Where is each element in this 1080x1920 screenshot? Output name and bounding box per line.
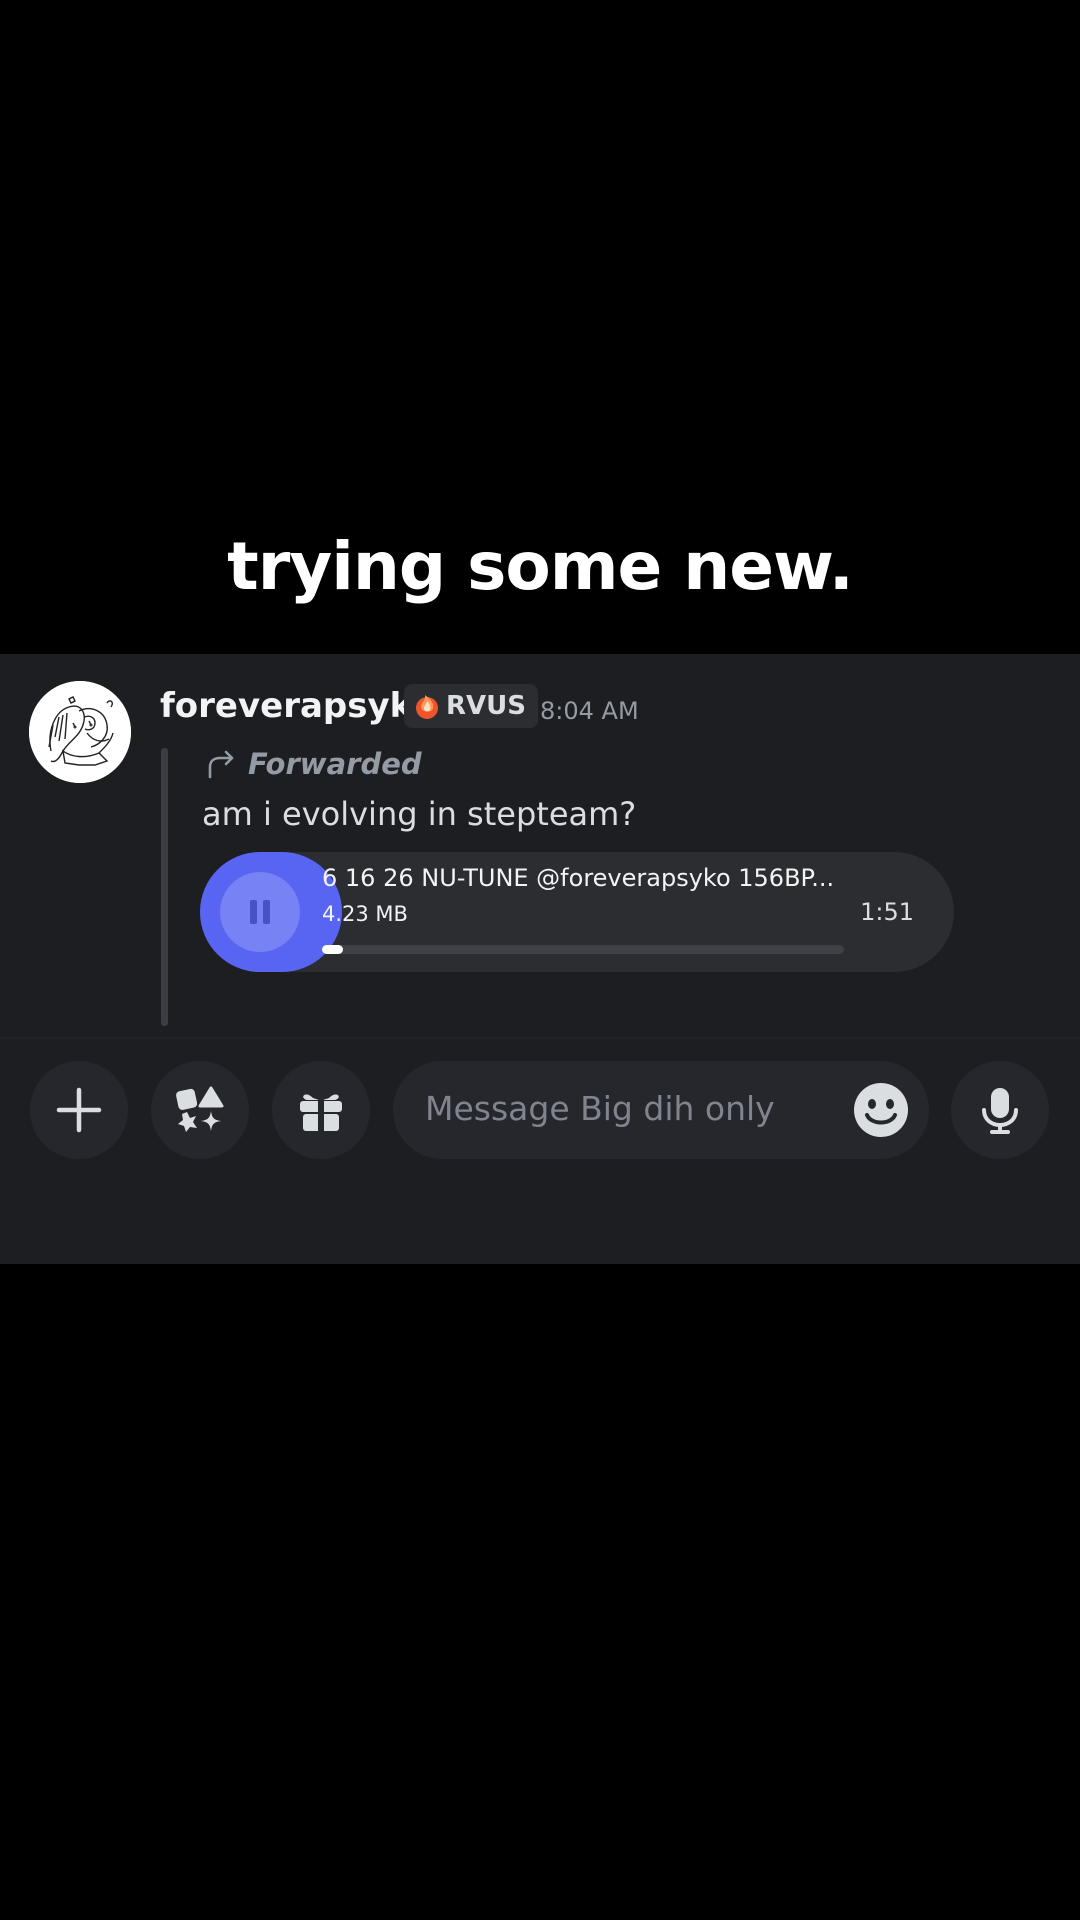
guild-tag-badge[interactable]: RVUS — [404, 684, 538, 728]
message-input-placeholder: Message Big dih only — [425, 1089, 775, 1128]
voice-message-button[interactable] — [951, 1061, 1049, 1159]
audio-seek-bar[interactable] — [322, 945, 844, 954]
chat-message: foreverapsyko RVUS 8:04 AM Forwarded am … — [0, 654, 1080, 1034]
plus-icon — [56, 1087, 102, 1133]
gift-icon — [300, 1094, 342, 1132]
audio-duration: 1:51 — [860, 898, 914, 926]
forward-quote-bar — [161, 748, 168, 1026]
forward-arrow-icon — [208, 750, 234, 779]
flame-tag-icon — [416, 695, 438, 719]
audio-filename: 6 16 26 NU-TUNE @foreverapsyko 156BP... — [322, 864, 835, 892]
microphone-icon — [982, 1088, 1018, 1134]
apps-icon — [176, 1086, 224, 1132]
gift-button[interactable] — [272, 1061, 370, 1159]
message-text: am i evolving in stepteam? — [202, 795, 637, 833]
message-timestamp: 8:04 AM — [540, 697, 639, 725]
video-caption: trying some new. — [227, 528, 854, 605]
composer-divider — [0, 1037, 1080, 1039]
audio-attachment[interactable]: 6 16 26 NU-TUNE @foreverapsyko 156BP... … — [200, 852, 954, 972]
username[interactable]: foreverapsyko — [160, 686, 435, 726]
audio-filesize: 4.23 MB — [322, 902, 408, 926]
avatar-sketch-image — [29, 681, 131, 783]
pause-button[interactable] — [220, 872, 300, 952]
forwarded-label: Forwarded — [248, 747, 422, 781]
user-avatar[interactable] — [29, 681, 131, 783]
apps-button[interactable] — [151, 1061, 249, 1159]
forwarded-indicator: Forwarded — [204, 744, 422, 784]
pause-icon — [250, 900, 270, 924]
guild-tag-label: RVUS — [446, 691, 526, 721]
attach-button[interactable] — [30, 1061, 128, 1159]
audio-seek-progress — [322, 945, 343, 954]
message-input[interactable]: Message Big dih only — [393, 1061, 929, 1159]
emoji-icon[interactable] — [853, 1082, 909, 1138]
chat-panel: foreverapsyko RVUS 8:04 AM Forwarded am … — [0, 654, 1080, 1264]
